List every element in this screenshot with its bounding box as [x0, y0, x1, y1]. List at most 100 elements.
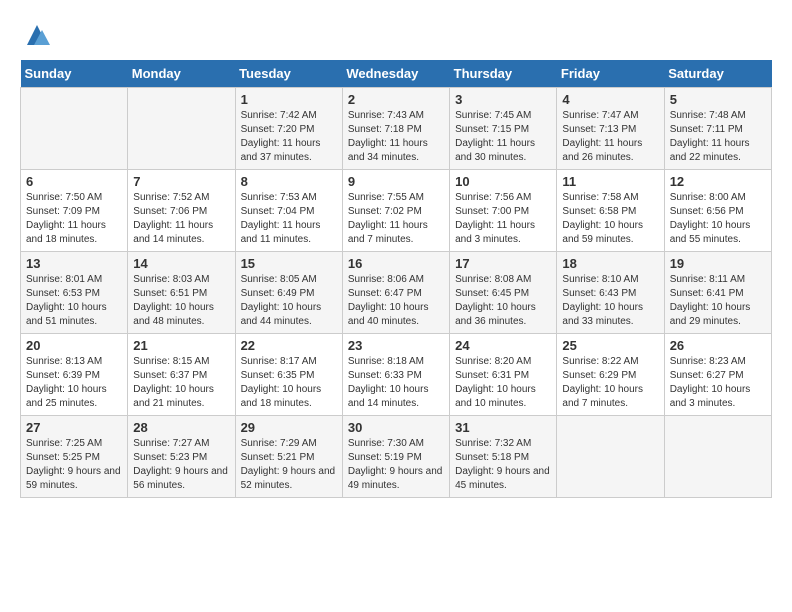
- day-number: 6: [26, 174, 122, 189]
- calendar-cell: 9 Sunrise: 7:55 AM Sunset: 7:02 PM Daylig…: [342, 170, 449, 252]
- calendar-table: SundayMondayTuesdayWednesdayThursdayFrid…: [20, 60, 772, 498]
- day-number: 26: [670, 338, 766, 353]
- day-info: Sunrise: 7:48 AM Sunset: 7:11 PM Dayligh…: [670, 109, 766, 165]
- day-number: 10: [455, 174, 551, 189]
- logo: [20, 20, 52, 50]
- calendar-cell: 20 Sunrise: 8:13 AM Sunset: 6:39 PM Dayli…: [21, 334, 128, 416]
- day-number: 8: [241, 174, 337, 189]
- day-number: 12: [670, 174, 766, 189]
- calendar-cell: 3Sunrise: 7:45 AM Sunset: 7:15 PM Daylig…: [450, 88, 557, 170]
- calendar-cell: 28 Sunrise: 7:27 AM Sunset: 5:23 PM Dayli…: [128, 416, 235, 498]
- day-number: 13: [26, 256, 122, 271]
- day-info: Sunrise: 7:53 AM Sunset: 7:04 PM Dayligh…: [241, 191, 337, 247]
- weekday-header-sunday: Sunday: [21, 60, 128, 88]
- calendar-week-row: 13 Sunrise: 8:01 AM Sunset: 6:53 PM Dayli…: [21, 252, 772, 334]
- weekday-header-thursday: Thursday: [450, 60, 557, 88]
- day-info: Sunrise: 7:29 AM Sunset: 5:21 PM Dayligh…: [241, 437, 337, 493]
- day-number: 1: [241, 92, 337, 107]
- day-number: 23: [348, 338, 444, 353]
- day-info: Sunrise: 7:43 AM Sunset: 7:18 PM Dayligh…: [348, 109, 444, 165]
- day-number: 17: [455, 256, 551, 271]
- calendar-cell: 16Sunrise: 8:06 AM Sunset: 6:47 PM Dayli…: [342, 252, 449, 334]
- page-header: [20, 20, 772, 50]
- weekday-header-wednesday: Wednesday: [342, 60, 449, 88]
- weekday-header-row: SundayMondayTuesdayWednesdayThursdayFrid…: [21, 60, 772, 88]
- logo-icon: [22, 20, 52, 50]
- day-info: Sunrise: 8:17 AM Sunset: 6:35 PM Dayligh…: [241, 355, 337, 411]
- day-number: 7: [133, 174, 229, 189]
- calendar-cell: 6 Sunrise: 7:50 AM Sunset: 7:09 PM Daylig…: [21, 170, 128, 252]
- calendar-cell: [21, 88, 128, 170]
- day-number: 22: [241, 338, 337, 353]
- day-number: 30: [348, 420, 444, 435]
- calendar-week-row: 1 Sunrise: 7:42 AM Sunset: 7:20 PM Daylig…: [21, 88, 772, 170]
- calendar-cell: 17 Sunrise: 8:08 AM Sunset: 6:45 PM Dayli…: [450, 252, 557, 334]
- calendar-cell: 18 Sunrise: 8:10 AM Sunset: 6:43 PM Dayli…: [557, 252, 664, 334]
- weekday-header-friday: Friday: [557, 60, 664, 88]
- calendar-cell: 25 Sunrise: 8:22 AM Sunset: 6:29 PM Dayli…: [557, 334, 664, 416]
- weekday-header-monday: Monday: [128, 60, 235, 88]
- day-number: 4: [562, 92, 658, 107]
- calendar-cell: 13 Sunrise: 8:01 AM Sunset: 6:53 PM Dayli…: [21, 252, 128, 334]
- calendar-cell: 14Sunrise: 8:03 AM Sunset: 6:51 PM Dayli…: [128, 252, 235, 334]
- day-info: Sunrise: 8:22 AM Sunset: 6:29 PM Dayligh…: [562, 355, 658, 411]
- day-number: 27: [26, 420, 122, 435]
- day-info: Sunrise: 7:58 AM Sunset: 6:58 PM Dayligh…: [562, 191, 658, 247]
- calendar-cell: 26 Sunrise: 8:23 AM Sunset: 6:27 PM Dayli…: [664, 334, 771, 416]
- calendar-cell: 21Sunrise: 8:15 AM Sunset: 6:37 PM Dayli…: [128, 334, 235, 416]
- day-info: Sunrise: 7:42 AM Sunset: 7:20 PM Dayligh…: [241, 109, 337, 165]
- day-info: Sunrise: 7:56 AM Sunset: 7:00 PM Dayligh…: [455, 191, 551, 247]
- day-info: Sunrise: 8:13 AM Sunset: 6:39 PM Dayligh…: [26, 355, 122, 411]
- calendar-cell: 5 Sunrise: 7:48 AM Sunset: 7:11 PM Daylig…: [664, 88, 771, 170]
- calendar-cell: 27 Sunrise: 7:25 AM Sunset: 5:25 PM Dayli…: [21, 416, 128, 498]
- calendar-cell: 2Sunrise: 7:43 AM Sunset: 7:18 PM Daylig…: [342, 88, 449, 170]
- day-number: 5: [670, 92, 766, 107]
- day-info: Sunrise: 7:30 AM Sunset: 5:19 PM Dayligh…: [348, 437, 444, 493]
- day-number: 18: [562, 256, 658, 271]
- day-number: 11: [562, 174, 658, 189]
- day-info: Sunrise: 8:20 AM Sunset: 6:31 PM Dayligh…: [455, 355, 551, 411]
- day-info: Sunrise: 7:25 AM Sunset: 5:25 PM Dayligh…: [26, 437, 122, 493]
- calendar-cell: 7Sunrise: 7:52 AM Sunset: 7:06 PM Daylig…: [128, 170, 235, 252]
- day-number: 15: [241, 256, 337, 271]
- day-number: 29: [241, 420, 337, 435]
- day-number: 20: [26, 338, 122, 353]
- calendar-cell: [557, 416, 664, 498]
- day-number: 25: [562, 338, 658, 353]
- day-info: Sunrise: 7:27 AM Sunset: 5:23 PM Dayligh…: [133, 437, 229, 493]
- day-number: 19: [670, 256, 766, 271]
- calendar-cell: 19 Sunrise: 8:11 AM Sunset: 6:41 PM Dayli…: [664, 252, 771, 334]
- day-info: Sunrise: 7:32 AM Sunset: 5:18 PM Dayligh…: [455, 437, 551, 493]
- day-info: Sunrise: 8:08 AM Sunset: 6:45 PM Dayligh…: [455, 273, 551, 329]
- calendar-cell: 30 Sunrise: 7:30 AM Sunset: 5:19 PM Dayli…: [342, 416, 449, 498]
- day-number: 9: [348, 174, 444, 189]
- calendar-cell: [128, 88, 235, 170]
- day-info: Sunrise: 8:01 AM Sunset: 6:53 PM Dayligh…: [26, 273, 122, 329]
- calendar-cell: 11 Sunrise: 7:58 AM Sunset: 6:58 PM Dayli…: [557, 170, 664, 252]
- calendar-cell: 15 Sunrise: 8:05 AM Sunset: 6:49 PM Dayli…: [235, 252, 342, 334]
- day-info: Sunrise: 8:10 AM Sunset: 6:43 PM Dayligh…: [562, 273, 658, 329]
- day-info: Sunrise: 7:55 AM Sunset: 7:02 PM Dayligh…: [348, 191, 444, 247]
- weekday-header-tuesday: Tuesday: [235, 60, 342, 88]
- day-info: Sunrise: 8:00 AM Sunset: 6:56 PM Dayligh…: [670, 191, 766, 247]
- calendar-week-row: 20 Sunrise: 8:13 AM Sunset: 6:39 PM Dayli…: [21, 334, 772, 416]
- day-info: Sunrise: 8:18 AM Sunset: 6:33 PM Dayligh…: [348, 355, 444, 411]
- calendar-cell: 8 Sunrise: 7:53 AM Sunset: 7:04 PM Daylig…: [235, 170, 342, 252]
- calendar-cell: 22 Sunrise: 8:17 AM Sunset: 6:35 PM Dayli…: [235, 334, 342, 416]
- calendar-cell: [664, 416, 771, 498]
- day-info: Sunrise: 8:06 AM Sunset: 6:47 PM Dayligh…: [348, 273, 444, 329]
- day-info: Sunrise: 8:05 AM Sunset: 6:49 PM Dayligh…: [241, 273, 337, 329]
- day-info: Sunrise: 8:03 AM Sunset: 6:51 PM Dayligh…: [133, 273, 229, 329]
- day-number: 28: [133, 420, 229, 435]
- day-info: Sunrise: 8:11 AM Sunset: 6:41 PM Dayligh…: [670, 273, 766, 329]
- calendar-cell: 29 Sunrise: 7:29 AM Sunset: 5:21 PM Dayli…: [235, 416, 342, 498]
- calendar-week-row: 27 Sunrise: 7:25 AM Sunset: 5:25 PM Dayli…: [21, 416, 772, 498]
- calendar-cell: 12 Sunrise: 8:00 AM Sunset: 6:56 PM Dayli…: [664, 170, 771, 252]
- day-info: Sunrise: 8:23 AM Sunset: 6:27 PM Dayligh…: [670, 355, 766, 411]
- calendar-week-row: 6 Sunrise: 7:50 AM Sunset: 7:09 PM Daylig…: [21, 170, 772, 252]
- calendar-cell: 24Sunrise: 8:20 AM Sunset: 6:31 PM Dayli…: [450, 334, 557, 416]
- day-info: Sunrise: 7:47 AM Sunset: 7:13 PM Dayligh…: [562, 109, 658, 165]
- calendar-cell: 4 Sunrise: 7:47 AM Sunset: 7:13 PM Daylig…: [557, 88, 664, 170]
- calendar-cell: 1 Sunrise: 7:42 AM Sunset: 7:20 PM Daylig…: [235, 88, 342, 170]
- day-info: Sunrise: 7:50 AM Sunset: 7:09 PM Dayligh…: [26, 191, 122, 247]
